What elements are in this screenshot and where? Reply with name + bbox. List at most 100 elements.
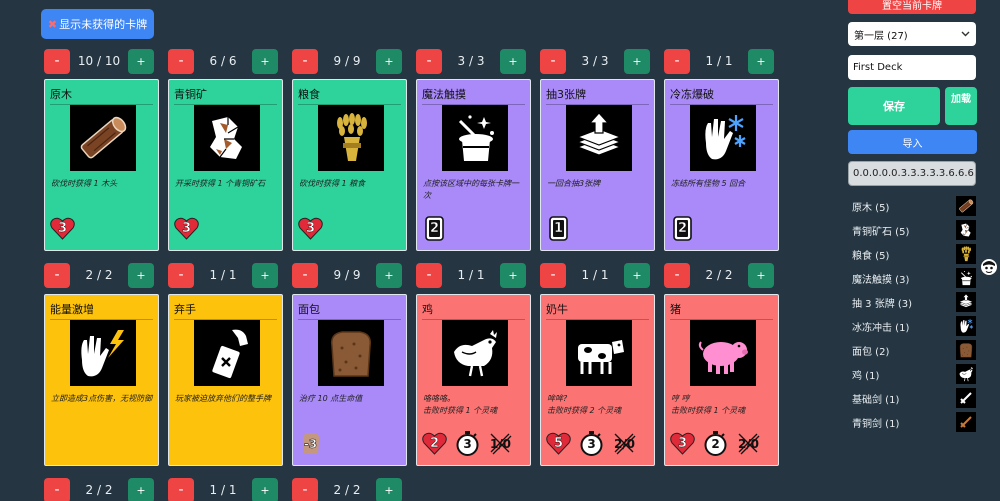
increment-button[interactable]: + bbox=[252, 477, 278, 501]
deck-list-item[interactable]: 青铜矿石 (5) bbox=[852, 218, 976, 242]
increment-button[interactable]: + bbox=[500, 262, 526, 288]
freeze-hand-icon bbox=[956, 316, 976, 336]
card-description: 立即造成3点伤害，无视防御 bbox=[51, 394, 153, 403]
card[interactable]: 鸡咯咯咯。 击败时获得 1 个灵魂 2 3 1/0 bbox=[416, 294, 531, 466]
count-stepper: - 9 / 9 + bbox=[292, 262, 402, 288]
deck-list-item[interactable]: 基础剑 (1) bbox=[852, 386, 976, 410]
increment-button[interactable]: + bbox=[748, 262, 774, 288]
mascot-icon bbox=[981, 259, 997, 275]
card[interactable]: 抽3张牌 一回合抽3张牌 1 bbox=[540, 79, 655, 251]
increment-button[interactable]: + bbox=[128, 48, 154, 74]
decrement-button[interactable]: - bbox=[168, 48, 194, 74]
stat-value: 3 bbox=[677, 436, 688, 451]
card[interactable]: 粮食 砍伐时获得 1 粮食 3 bbox=[292, 79, 407, 251]
card-description: 开采时获得 1 个青铜矿石 bbox=[175, 179, 266, 188]
increment-button[interactable]: + bbox=[128, 477, 154, 501]
bronze-sword-icon bbox=[956, 412, 976, 432]
decrement-button[interactable]: - bbox=[664, 48, 690, 74]
deck-list-item[interactable]: 面包 (2) bbox=[852, 338, 976, 362]
card-name: 魔法触摸 bbox=[422, 86, 525, 105]
card[interactable]: 猪哼 哼 击败时获得 1 个灵魂 3 2 2/0 bbox=[664, 294, 779, 466]
soul-icon: 2/0 bbox=[611, 430, 638, 457]
decrement-button[interactable]: - bbox=[168, 477, 194, 501]
count-stepper: - 2 / 2 + bbox=[292, 477, 402, 501]
heart-icon: 3 bbox=[297, 215, 324, 242]
deck-list-item[interactable]: 粮食 (5) bbox=[852, 242, 976, 266]
decrement-button[interactable]: - bbox=[292, 262, 318, 288]
deck-code-input[interactable]: 0.0.0.0.0.3.3.3.3.3.6.6.6.6. bbox=[848, 161, 976, 186]
sword-icon bbox=[956, 388, 976, 408]
decrement-button[interactable]: - bbox=[540, 262, 566, 288]
card-name: 弃手 bbox=[174, 301, 277, 320]
card[interactable]: 能量激增 立即造成3点伤害，无视防御 bbox=[44, 294, 159, 466]
card-description: 砍伐时获得 1 粮食 bbox=[299, 179, 366, 188]
heart-icon: 2 bbox=[421, 430, 448, 457]
decrement-button[interactable]: - bbox=[416, 48, 442, 74]
increment-button[interactable]: + bbox=[376, 262, 402, 288]
card[interactable]: 面包 治疗 10 点生命值 -3 bbox=[292, 294, 407, 466]
increment-button[interactable]: + bbox=[624, 262, 650, 288]
cost-icon: 1 bbox=[545, 215, 572, 242]
deck-list-item[interactable]: 鸡 (1) bbox=[852, 362, 976, 386]
decrement-button[interactable]: - bbox=[292, 48, 318, 74]
decrement-button[interactable]: - bbox=[664, 262, 690, 288]
cost-icon: 2 bbox=[421, 215, 448, 242]
increment-button[interactable]: + bbox=[376, 48, 402, 74]
show-unowned-cards-button[interactable]: ✖ 显示未获得的卡牌 bbox=[41, 9, 154, 39]
soul-icon: 2/0 bbox=[735, 430, 762, 457]
card[interactable]: 青铜矿 开采时获得 1 个青铜矿石 3 bbox=[168, 79, 283, 251]
card-stats: 3 2 2/0 bbox=[669, 430, 762, 457]
decrement-button[interactable]: - bbox=[416, 262, 442, 288]
decrement-button[interactable]: - bbox=[292, 477, 318, 501]
increment-button[interactable]: + bbox=[252, 262, 278, 288]
increment-button[interactable]: + bbox=[748, 48, 774, 74]
decrement-button[interactable]: - bbox=[540, 48, 566, 74]
deck-item-label: 鸡 (1) bbox=[852, 370, 880, 382]
stat-value: 1/0 bbox=[489, 436, 512, 451]
increment-button[interactable]: + bbox=[500, 48, 526, 74]
card-name: 抽3张牌 bbox=[546, 86, 649, 105]
card[interactable]: 奶牛 哞哞? 击败时获得 2 个灵魂 5 3 2/0 bbox=[540, 294, 655, 466]
card[interactable]: 弃手 玩家被迫放弃他们的整手牌 bbox=[168, 294, 283, 466]
layer-select[interactable]: 第一层 (27) bbox=[848, 22, 976, 46]
deck-list: 原木 (5) 青铜矿石 (5) 粮食 (5) 魔法触摸 (3) 抽 3 张牌 (3) 冰冻… bbox=[852, 194, 976, 434]
save-button[interactable]: 保存 bbox=[848, 87, 940, 125]
draw-cards-icon bbox=[566, 105, 632, 171]
count-stepper: - 1 / 1 + bbox=[168, 477, 278, 501]
increment-button[interactable]: + bbox=[624, 48, 650, 74]
decrement-button[interactable]: - bbox=[44, 48, 70, 74]
ore-icon bbox=[194, 105, 260, 171]
cross-icon: ✖ bbox=[47, 17, 58, 31]
clear-current-cards-button[interactable]: 置空当前卡牌 bbox=[848, 0, 976, 14]
decrement-button[interactable]: - bbox=[168, 262, 194, 288]
log-icon bbox=[956, 196, 976, 216]
pig-icon bbox=[690, 320, 756, 386]
deck-list-item[interactable]: 魔法触摸 (3) bbox=[852, 266, 976, 290]
deck-list-item[interactable]: 原木 (5) bbox=[852, 194, 976, 218]
import-button[interactable]: 导入 bbox=[848, 130, 977, 154]
stat-value: 2 bbox=[429, 436, 440, 451]
deck-list-item[interactable]: 冰冻冲击 (1) bbox=[852, 314, 976, 338]
card[interactable]: 冷冻爆破 冻结所有怪物 5 回合 2 bbox=[664, 79, 779, 251]
increment-button[interactable]: + bbox=[128, 262, 154, 288]
count-stepper: - 2 / 2 + bbox=[44, 262, 154, 288]
count-value: 3 / 3 bbox=[581, 54, 609, 68]
card-stats: 2 bbox=[421, 215, 448, 242]
deck-name-input[interactable]: First Deck bbox=[848, 55, 976, 80]
deck-list-item[interactable]: 抽 3 张牌 (3) bbox=[852, 290, 976, 314]
count-stepper: -10 / 10 + bbox=[44, 48, 154, 74]
deck-list-item[interactable]: 青铜剑 (1) bbox=[852, 410, 976, 434]
increment-button[interactable]: + bbox=[252, 48, 278, 74]
increment-button[interactable]: + bbox=[376, 477, 402, 501]
decrement-button[interactable]: - bbox=[44, 262, 70, 288]
log-icon bbox=[70, 105, 136, 171]
card[interactable]: 魔法触摸 点按该区域中的每张卡牌一次 2 bbox=[416, 79, 531, 251]
count-value: 10 / 10 bbox=[77, 54, 121, 68]
heart-icon: 3 bbox=[173, 215, 200, 242]
stat-value: 3 bbox=[305, 221, 316, 236]
timer-icon: 2 bbox=[702, 430, 729, 457]
deck-item-label: 面包 (2) bbox=[852, 346, 890, 358]
decrement-button[interactable]: - bbox=[44, 477, 70, 501]
load-button[interactable]: 加载 bbox=[945, 87, 977, 125]
card[interactable]: 原木 砍伐时获得 1 木头 3 bbox=[44, 79, 159, 251]
